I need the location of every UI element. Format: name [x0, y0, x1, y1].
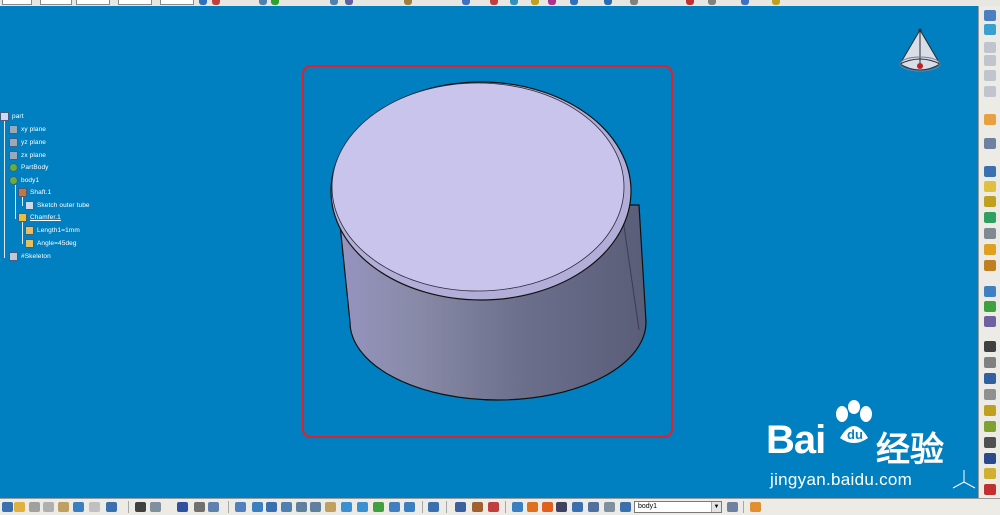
- tool-icon[interactable]: [984, 373, 996, 384]
- tool-icon[interactable]: [984, 468, 996, 479]
- tool-icon[interactable]: [984, 405, 996, 416]
- compass-icon[interactable]: [896, 26, 950, 82]
- right-toolbar: [978, 6, 1000, 498]
- tool-icon[interactable]: [984, 437, 996, 448]
- baidu-watermark: Bai du 经验 jingyan.baidu.com: [764, 400, 954, 495]
- open-icon[interactable]: [14, 502, 25, 512]
- tool-icon[interactable]: [984, 341, 996, 352]
- current-body-select[interactable]: body1 ▼: [634, 501, 722, 513]
- tool-icon[interactable]: [984, 484, 996, 495]
- swap-space-icon[interactable]: [389, 502, 400, 512]
- toolbar-separator: [505, 501, 506, 513]
- tool-icon[interactable]: [984, 453, 996, 464]
- comment-icon[interactable]: [150, 502, 161, 512]
- tool-icon[interactable]: [984, 166, 996, 177]
- pan-icon[interactable]: [266, 502, 277, 512]
- rotate-icon[interactable]: [281, 502, 292, 512]
- watermark-brand-latin: Bai: [766, 418, 826, 462]
- paste-icon[interactable]: [58, 502, 69, 512]
- fit-all-icon[interactable]: [252, 502, 263, 512]
- toolbar-separator: [228, 501, 229, 513]
- undo-icon[interactable]: [73, 502, 84, 512]
- current-body-value: body1: [638, 503, 658, 510]
- bottom-toolbar: body1 ▼: [0, 498, 1000, 515]
- tool-icon[interactable]: [984, 55, 996, 66]
- cut-icon[interactable]: [29, 502, 40, 512]
- toolbar-separator: [743, 501, 744, 513]
- tool-icon[interactable]: [984, 357, 996, 368]
- normal-view-icon[interactable]: [325, 502, 336, 512]
- redo-icon[interactable]: [89, 502, 100, 512]
- tool-icon[interactable]: [984, 181, 996, 192]
- chevron-down-icon[interactable]: ▼: [711, 502, 721, 512]
- update-icon[interactable]: [512, 502, 523, 512]
- tool-icon[interactable]: [984, 212, 996, 223]
- help-icon[interactable]: [106, 502, 117, 512]
- tool-icon[interactable]: [984, 260, 996, 271]
- formula-icon[interactable]: [135, 502, 146, 512]
- tool-icon[interactable]: [604, 502, 615, 512]
- body-selector-icon[interactable]: [620, 502, 631, 512]
- tool-icon[interactable]: [984, 286, 996, 297]
- tool-icon[interactable]: [542, 502, 553, 512]
- watermark-brand-cn: 经验: [876, 431, 944, 469]
- tool-icon[interactable]: [984, 244, 996, 255]
- render-style-icon[interactable]: [357, 502, 368, 512]
- toolbar-separator: [446, 501, 447, 513]
- tool-icon[interactable]: [527, 502, 538, 512]
- new-icon[interactable]: [2, 502, 13, 512]
- zoom-in-icon[interactable]: [296, 502, 307, 512]
- tool-icon[interactable]: [472, 502, 483, 512]
- tool-icon[interactable]: [984, 70, 996, 81]
- tool-icon[interactable]: [984, 42, 996, 53]
- tool-icon[interactable]: [488, 502, 499, 512]
- axis-triad-icon: [952, 470, 976, 489]
- tool-icon[interactable]: [984, 86, 996, 97]
- highlight-box: [302, 65, 673, 438]
- tool-icon[interactable]: [984, 196, 996, 207]
- tool-icon[interactable]: [588, 502, 599, 512]
- views-icon[interactable]: [341, 502, 352, 512]
- tool-icon[interactable]: [984, 301, 996, 312]
- table-icon[interactable]: [177, 502, 188, 512]
- tool-icon[interactable]: [984, 228, 996, 239]
- paw-logo-icon: du: [836, 400, 872, 443]
- tool-icon[interactable]: [750, 502, 761, 512]
- tool-icon[interactable]: [455, 502, 466, 512]
- hide-show-icon[interactable]: [373, 502, 384, 512]
- tool-icon[interactable]: [984, 316, 996, 327]
- select-arrow-icon[interactable]: [984, 114, 996, 125]
- tool-icon[interactable]: [556, 502, 567, 512]
- tool-icon[interactable]: [984, 389, 996, 400]
- tool-icon[interactable]: [984, 10, 996, 21]
- toolbar-separator: [128, 501, 129, 513]
- tool-icon[interactable]: [572, 502, 583, 512]
- toolbar-separator: [422, 501, 423, 513]
- tool-icon[interactable]: [194, 502, 205, 512]
- tool-icon[interactable]: [984, 138, 996, 149]
- watermark-url: jingyan.baidu.com: [770, 470, 913, 489]
- copy-icon[interactable]: [43, 502, 54, 512]
- watermark-brand-du: du: [847, 427, 863, 442]
- tool-icon[interactable]: [404, 502, 415, 512]
- tool-icon[interactable]: [428, 502, 439, 512]
- tool-icon[interactable]: [984, 24, 996, 35]
- fly-icon[interactable]: [235, 502, 246, 512]
- zoom-out-icon[interactable]: [310, 502, 321, 512]
- tool-icon[interactable]: [984, 421, 996, 432]
- tool-icon[interactable]: [208, 502, 219, 512]
- tool-icon[interactable]: [727, 502, 738, 512]
